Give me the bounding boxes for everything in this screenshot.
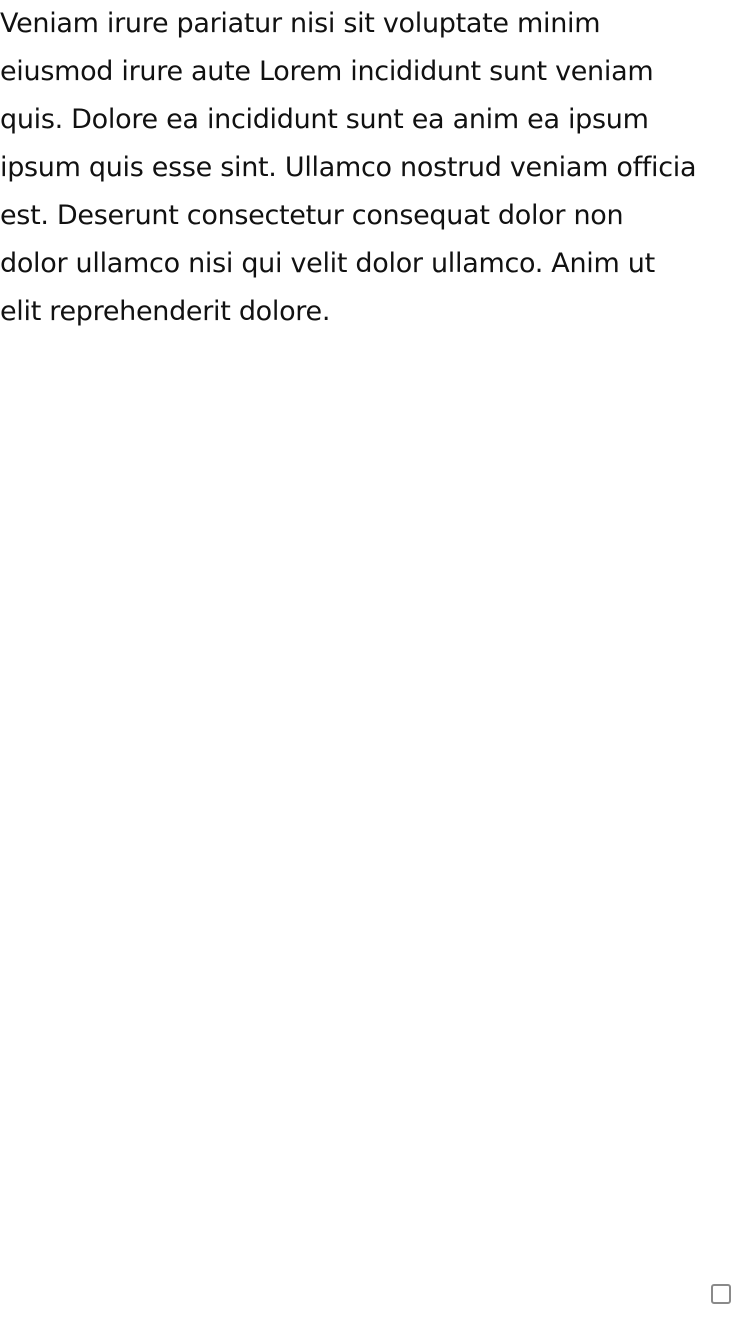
paragraph-line: ipsum quis esse sint. Ullamco nostrud ve… [0,152,697,183]
paragraph-line: Veniam irure pariatur nisi sit voluptate… [0,8,601,39]
paragraph-line: est. Deserunt consectetur consequat dolo… [0,200,624,231]
paragraph-line: eiusmod irure aute Lorem incididunt sunt… [0,56,654,87]
paragraph-line: quis. Dolore ea incididunt sunt ea anim … [0,104,649,135]
checkbox[interactable] [711,1284,731,1304]
body-paragraph: Veniam irure pariatur nisi sit voluptate… [0,0,750,336]
paragraph-line: dolor ullamco nisi qui velit dolor ullam… [0,248,655,279]
paragraph-line: elit reprehenderit dolore. [0,296,331,327]
